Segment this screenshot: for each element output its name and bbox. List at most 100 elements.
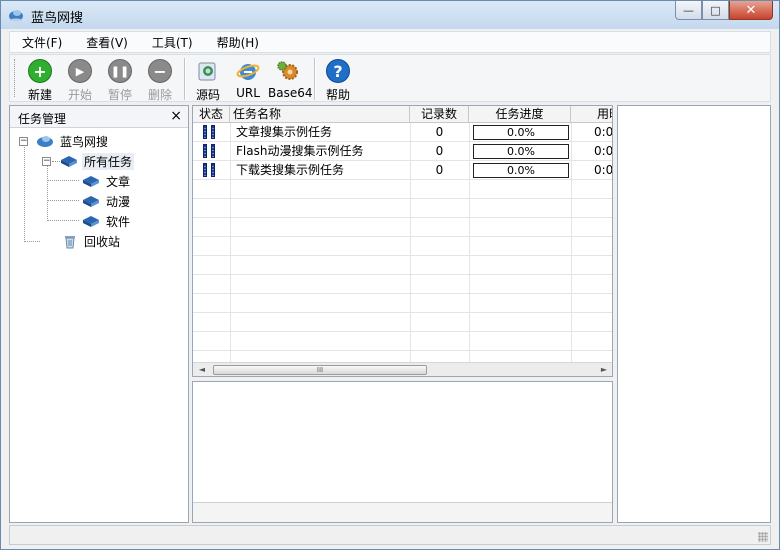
task-name-cell: 文章搜集示例任务 [236,125,333,139]
pause-circle-icon: ❚❚ [108,59,132,83]
detail-footer [193,502,612,522]
time-cell: 0:0 [594,125,613,139]
task-progress-bar: 0.0% [473,163,569,178]
url-button-label: URL [236,86,260,100]
menu-view[interactable]: 查看(V) [86,34,128,51]
time-cell: 0:0 [594,144,613,158]
empty-row [193,294,612,313]
base64-button[interactable]: Base64 [268,57,313,101]
table-row[interactable]: Flash动漫搜集示例任务 0 0.0% 0:0 [193,142,613,161]
tree-article-label: 文章 [106,174,131,189]
empty-row [193,218,612,237]
task-name-cell: Flash动漫搜集示例任务 [236,144,364,158]
tree-software-label: 软件 [106,214,131,229]
tree-recycle-label: 回收站 [84,234,121,249]
help-circle-icon: ? [326,59,350,83]
maximize-button[interactable]: □ [702,1,729,20]
task-progress-bar: 0.0% [473,125,569,140]
tree-item-article[interactable]: 文章 [82,172,130,190]
folder-book-icon [61,156,77,167]
help-button-label: 帮助 [325,88,350,102]
plus-circle-icon: + [28,59,52,83]
empty-row [193,199,612,218]
close-button[interactable]: ✕ [729,1,773,20]
record-count-cell: 0 [435,125,444,139]
minimize-button[interactable]: — [675,1,702,20]
column-header-time[interactable]: 用时 [571,106,612,123]
empty-row [193,275,612,294]
app-logo-icon [37,136,53,147]
task-detail-pane [192,381,613,523]
start-button[interactable]: ▶ 开始 [60,57,100,102]
source-button-label: 源码 [195,88,220,102]
source-code-icon [198,62,216,81]
scroll-left-arrow[interactable]: ◄ [195,364,209,376]
column-header-record-count[interactable]: 记录数 [410,106,469,123]
tree-root-label: 蓝鸟网搜 [60,134,109,149]
grid-header: 状态 任务名称 记录数 任务进度 用时 [193,106,612,123]
ie-globe-icon [236,64,260,80]
tree-root-expander[interactable]: − [19,137,28,146]
toolbar-grip[interactable] [14,59,17,97]
menu-help[interactable]: 帮助(H) [217,34,259,51]
table-row[interactable]: 文章搜集示例任务 0 0.0% 0:0 [193,123,613,142]
recycle-bin-icon [65,236,75,249]
new-button-label: 新建 [27,88,52,102]
url-button[interactable]: URL [228,57,268,101]
tree-item-root[interactable]: 蓝鸟网搜 [36,132,108,150]
task-status-icon [203,125,215,139]
menu-bar: 文件(F) 查看(V) 工具(T) 帮助(H) [9,31,771,53]
horizontal-scrollbar[interactable]: ◄ III ► [193,362,612,376]
scroll-right-arrow[interactable]: ► [597,364,611,376]
new-button[interactable]: + 新建 [20,57,60,102]
base64-button-label: Base64 [268,86,313,100]
task-progress-bar: 0.0% [473,144,569,159]
column-header-task-name[interactable]: 任务名称 [230,106,410,123]
gears-icon [277,61,298,80]
toolbar-separator [314,58,316,100]
empty-row [193,256,612,275]
record-count-cell: 0 [435,144,444,158]
empty-row [193,180,612,199]
task-manager-title: 任务管理 [18,112,67,126]
app-logo-icon [9,10,23,22]
table-row[interactable]: 下载类搜集示例任务 0 0.0% 0:0 [193,161,613,180]
time-cell: 0:0 [594,163,613,177]
task-list-grid: 状态 任务名称 记录数 任务进度 用时 文章搜集示例任务 0 0.0% 0:0 … [192,105,613,377]
delete-button-label: 删除 [147,88,172,102]
toolbar: + 新建 ▶ 开始 ❚❚ 暂停 − 删除 源码 URL Base64 ? 帮助 [9,54,771,102]
folder-book-icon [83,216,99,227]
pane-close-button[interactable]: × [170,108,182,124]
empty-row [193,332,612,351]
folder-book-icon [83,196,99,207]
window-title: 蓝鸟网搜 [31,11,84,26]
resize-grip[interactable] [758,532,768,542]
status-bar [9,525,771,545]
column-header-status[interactable]: 状态 [193,106,230,123]
minus-circle-icon: − [148,59,172,83]
help-button[interactable]: ? 帮助 [318,57,358,102]
tree-all-tasks-label: 所有任务 [82,152,135,170]
tree-item-software[interactable]: 软件 [82,212,130,230]
source-button[interactable]: 源码 [188,57,228,102]
tree-item-all-tasks[interactable]: 所有任务 [60,152,135,170]
menu-file[interactable]: 文件(F) [22,34,62,51]
toolbar-separator [184,58,186,100]
tree-item-anime[interactable]: 动漫 [82,192,130,210]
menu-tools[interactable]: 工具(T) [152,34,193,51]
scroll-thumb[interactable]: III [213,365,427,375]
task-status-icon [203,163,215,177]
play-circle-icon: ▶ [68,59,92,83]
app-window: 蓝鸟网搜 — □ ✕ 文件(F) 查看(V) 工具(T) 帮助(H) + 新建 … [0,0,780,550]
delete-button[interactable]: − 删除 [140,57,180,102]
tree-all-tasks-expander[interactable]: − [42,157,51,166]
pause-button-label: 暂停 [107,88,132,102]
column-header-progress[interactable]: 任务进度 [469,106,571,123]
tree-anime-label: 动漫 [106,194,131,209]
tree-item-recycle-bin[interactable]: 回收站 [62,232,120,250]
folder-book-icon [83,176,99,187]
pause-button[interactable]: ❚❚ 暂停 [100,57,140,102]
preview-pane [617,105,771,523]
start-button-label: 开始 [67,88,92,102]
task-name-cell: 下载类搜集示例任务 [236,163,345,177]
